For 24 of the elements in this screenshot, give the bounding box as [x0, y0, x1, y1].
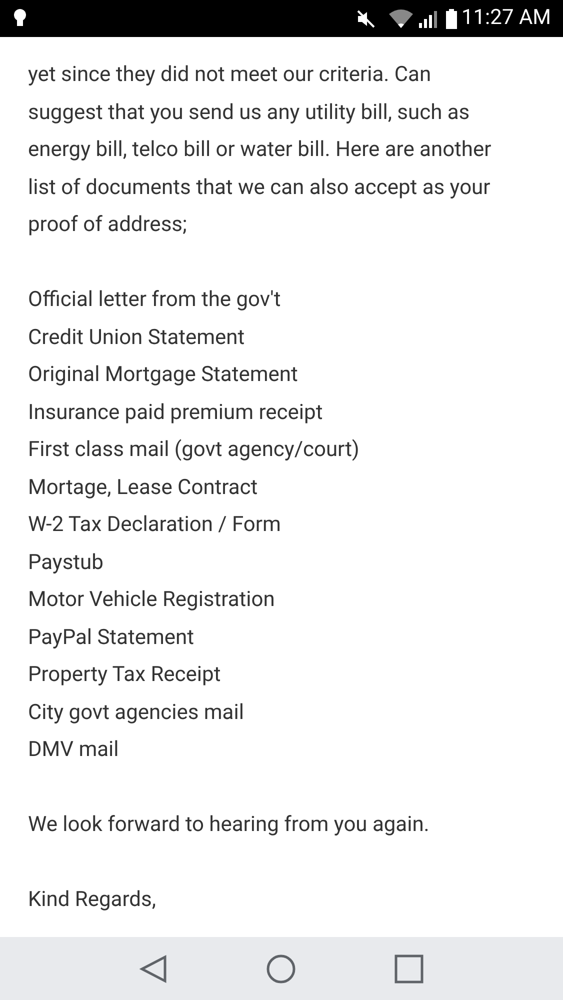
- document-item: Property Tax Receipt: [28, 662, 221, 689]
- document-item: First class mail (govt agency/court): [28, 437, 360, 464]
- document-item: Mortage, Lease Contract: [28, 474, 258, 502]
- document-item: PayPal Statement: [28, 624, 194, 652]
- email-paragraph: yet since they did not meet our criteria. Can suggest that you send us any utility bill, such as energy bill, telco bill or water bill. Here are another list of documents that we can also accept as your proof of address;: [28, 62, 492, 239]
- document-item: Official letter from the gov't: [28, 287, 281, 314]
- document-item: Credit Union Statement: [28, 324, 245, 352]
- battery-icon: [446, 8, 458, 28]
- home-icon[interactable]: [266, 954, 296, 984]
- document-item: Paystub: [28, 550, 104, 576]
- document-item: City govt agencies mail: [28, 700, 244, 726]
- recents-icon[interactable]: [394, 954, 424, 984]
- document-item: W-2 Tax Declaration / Form: [28, 512, 281, 539]
- document-item: Insurance paid premium receipt: [28, 400, 323, 426]
- mute-icon: [356, 8, 376, 28]
- clock-time: 11:27 AM: [461, 4, 551, 32]
- closing-text: We look forward to hearing from you again.: [28, 812, 430, 839]
- wifi-icon: [388, 8, 414, 28]
- sign-off-text: Kind Regards,: [28, 887, 157, 914]
- back-icon[interactable]: [138, 954, 169, 984]
- document-item: DMV mail: [28, 737, 119, 764]
- document-item: Motor Vehicle Registration: [28, 587, 275, 614]
- signal-icon: [418, 8, 438, 28]
- document-item: Original Mortgage Statement: [28, 362, 298, 389]
